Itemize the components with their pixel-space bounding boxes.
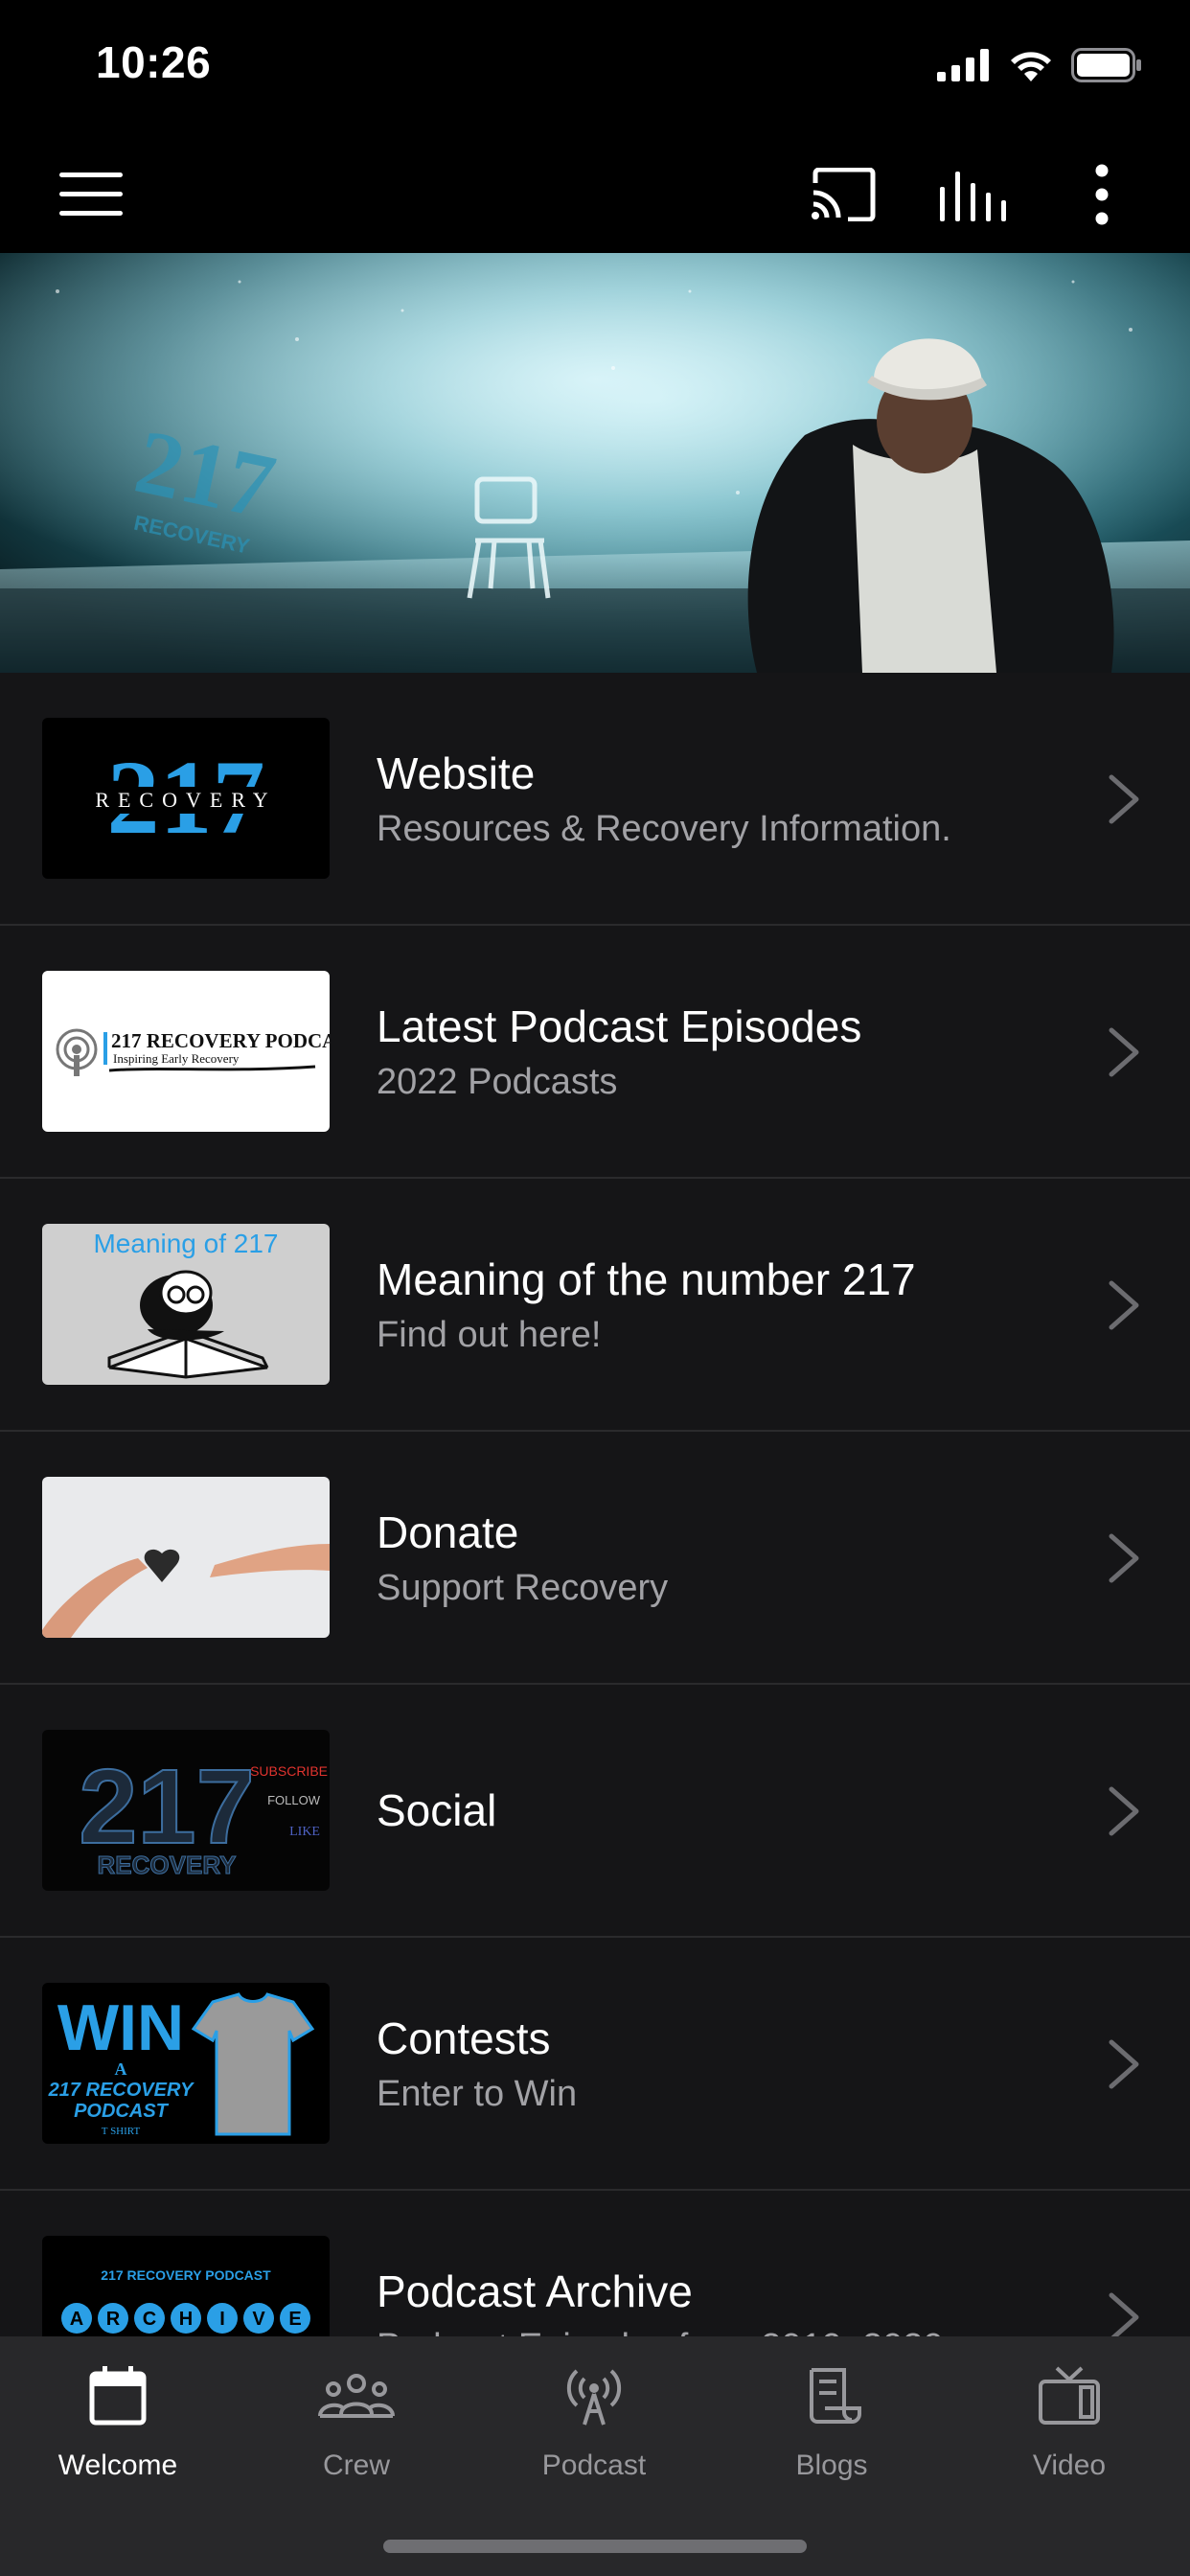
chevron-right-icon: [1109, 1533, 1139, 1583]
list-item-podcast-archive[interactable]: 217 RECOVERY PODCAST A R C H I V E Podcast Arc…: [0, 2191, 1190, 2336]
battery-icon: [1071, 48, 1141, 82]
svg-text:PODCAST: PODCAST: [74, 2101, 170, 2122]
more-vertical-icon: [1095, 164, 1109, 225]
status-icons: [937, 48, 1142, 82]
list-item-title: Donate: [377, 1506, 519, 1557]
list-item-title: Meaning of the number 217: [377, 1254, 916, 1304]
list-item-website[interactable]: 217 RECOVERY Website Resources & Recover…: [0, 673, 1190, 926]
heart-icon: [144, 1549, 180, 1582]
calendar-icon: [89, 2366, 147, 2426]
meaning-thumbnail: Meaning of 217: [42, 1224, 330, 1385]
list-item-title: Podcast Archive: [377, 2266, 693, 2316]
hamburger-menu-icon: [59, 172, 123, 216]
banner-artwork: 217 RECOVERY: [0, 253, 1190, 673]
thumb-follow: FOLLOW: [267, 1793, 321, 1807]
thumb-podcast-tagline: Inspiring Early Recovery: [113, 1051, 240, 1066]
list-item-subtitle: Resources & Recovery Information.: [377, 808, 951, 849]
list-item-title: Website: [377, 748, 536, 798]
reading-person-illustration: [107, 1270, 269, 1379]
website-thumbnail: 217 RECOVERY: [42, 718, 330, 879]
podcast-thumbnail: 217 RECOVERY PODCAST Inspiring Early Rec…: [42, 971, 330, 1132]
tab-label: Podcast: [541, 2450, 647, 2481]
svg-text:T SHIRT: T SHIRT: [102, 2126, 141, 2137]
antenna-icon: [566, 2369, 622, 2426]
status-bar: 10:26: [0, 0, 1190, 134]
equalizer-icon: [940, 172, 1006, 221]
tab-crew[interactable]: Crew: [261, 2356, 452, 2499]
list-item-subtitle: Support Recovery: [377, 1567, 669, 1608]
list-item-meaning-of-217[interactable]: Meaning of 217 Meaning of the number 217…: [0, 1179, 1190, 1432]
cellular-signal-icon: [937, 49, 989, 81]
list-item-subtitle: Podcast Episodes from 2019, 2020,: [377, 2327, 1075, 2337]
thumb-meaning-text: Meaning of 217: [93, 1229, 278, 1258]
thumb-social-217: 217: [79, 1748, 255, 1866]
archive-letter: I: [219, 2309, 225, 2330]
group-icon: [318, 2374, 395, 2418]
thumb-subscribe: SUBSCRIBE: [250, 1763, 328, 1779]
tab-video[interactable]: Video: [973, 2356, 1165, 2499]
list-item-title: Contests: [377, 2012, 551, 2063]
archive-letter: H: [179, 2309, 193, 2330]
app-bar: [0, 134, 1190, 253]
hero-banner: 217 RECOVERY: [0, 253, 1190, 673]
equalizer-button[interactable]: [934, 161, 1011, 228]
cast-icon: [812, 168, 876, 221]
chevron-right-icon: [1109, 2292, 1139, 2336]
list-item-title: Social: [377, 1785, 497, 1835]
list-item-social[interactable]: 217 RECOVERY SUBSCRIBE FOLLOW LIKE Socia…: [0, 1685, 1190, 1938]
tshirt-image: [191, 1992, 315, 2136]
archive-letter: A: [70, 2309, 83, 2330]
wifi-icon: [1011, 52, 1051, 81]
tab-blogs[interactable]: Blogs: [736, 2356, 927, 2499]
cast-button[interactable]: [805, 161, 881, 228]
tab-label: Video: [1032, 2450, 1107, 2481]
thumb-podcast-title: 217 RECOVERY PODCAST: [111, 1029, 330, 1052]
list-item-contests[interactable]: WIN A 217 RECOVERY PODCAST T SHIRT Conte…: [0, 1938, 1190, 2191]
tv-icon: [1039, 2366, 1100, 2425]
archive-letter-circles: ARCHIVE: [61, 2303, 310, 2334]
tab-label: Welcome: [57, 2450, 178, 2481]
microphone-icon: [56, 1028, 98, 1076]
more-options-button[interactable]: [1064, 161, 1140, 228]
archive-thumbnail: 217 RECOVERY PODCAST A R C H I V E: [42, 2236, 330, 2336]
list-item-latest-podcast-episodes[interactable]: 217 RECOVERY PODCAST Inspiring Early Rec…: [0, 926, 1190, 1179]
donate-thumbnail: [42, 1477, 330, 1638]
tab-podcast[interactable]: Podcast: [498, 2356, 690, 2499]
list-item-donate[interactable]: Donate Support Recovery: [0, 1432, 1190, 1685]
thumb-recovery-text: RECOVERY: [95, 788, 276, 812]
archive-letter: V: [252, 2309, 265, 2330]
archive-letter: C: [143, 2309, 156, 2330]
hamburger-menu-button[interactable]: [48, 161, 134, 228]
chevron-right-icon: [1109, 1027, 1139, 1077]
svg-text:217 RECOVERY: 217 RECOVERY: [48, 2080, 195, 2101]
chevron-right-icon: [1109, 1786, 1139, 1836]
list-item-subtitle: Find out here!: [377, 1314, 602, 1355]
tab-label: Blogs: [795, 2450, 868, 2481]
list-item-subtitle: Enter to Win: [377, 2073, 578, 2114]
status-time: 10:26: [96, 37, 212, 87]
thumb-archive-title: 217 RECOVERY PODCAST: [101, 2267, 271, 2283]
tab-welcome[interactable]: Welcome: [22, 2356, 214, 2499]
thumb-social-recovery: RECOVERY: [98, 1851, 237, 1879]
thumb-win-text: WIN: [57, 1991, 184, 2064]
chevron-right-icon: [1109, 774, 1139, 824]
archive-letter: R: [106, 2309, 121, 2330]
thumb-like: LIKE: [289, 1825, 320, 1839]
tab-label: Crew: [322, 2450, 390, 2481]
contests-thumbnail: WIN A 217 RECOVERY PODCAST T SHIRT: [42, 1983, 330, 2144]
svg-text:A: A: [115, 2059, 127, 2079]
chevron-right-icon: [1109, 1280, 1139, 1330]
chevron-right-icon: [1109, 2039, 1139, 2089]
scroll-icon: [810, 2368, 861, 2424]
list-item-title: Latest Podcast Episodes: [377, 1000, 862, 1051]
home-indicator[interactable]: [383, 2540, 807, 2553]
archive-letter: E: [288, 2309, 301, 2330]
menu-list: 217 RECOVERY Website Resources & Recover…: [0, 673, 1190, 2336]
list-item-subtitle: 2022 Podcasts: [377, 1061, 618, 1102]
social-thumbnail: 217 RECOVERY SUBSCRIBE FOLLOW LIKE: [42, 1730, 330, 1891]
